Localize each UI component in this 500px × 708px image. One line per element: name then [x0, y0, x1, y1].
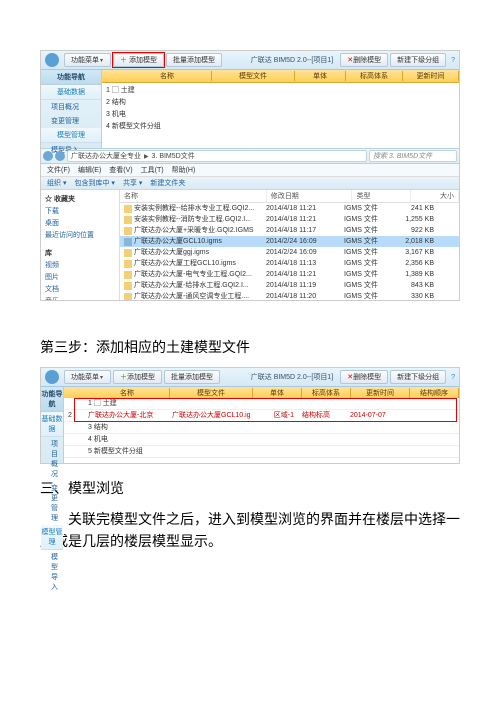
file-icon: [124, 260, 132, 268]
sidebar: 功能导航 基础数据 项目概况 变更管理 模型管理 模型导入: [41, 387, 64, 463]
batch-add-button[interactable]: 批量添加模型: [164, 370, 220, 384]
file-row[interactable]: 广联达办公大厦ggj.igms2014/2/24 16:09IGMS 文件3,1…: [120, 247, 459, 258]
file-icon: [124, 293, 132, 301]
add-model-button[interactable]: ＋ 添加模型: [113, 370, 162, 384]
menu-dropdown[interactable]: 功能菜单 ▾: [64, 53, 111, 67]
file-row[interactable]: 广联达办公大厦-电气专业工程.GQI2...2014/4/18 11:21IGM…: [120, 269, 459, 280]
file-icon: [124, 282, 132, 290]
tree-row: 1 ▢ 土建: [106, 85, 455, 97]
section-3-heading: 三、模型浏览: [40, 478, 460, 498]
main-grid-2: 名称 模型文件 单体 标高体系 更新时间 结构顺序 1 ▢ 土建 2 广联达办公…: [64, 387, 459, 463]
sidebar: 功能导航 基础数据 项目概况 变更管理 模型管理 模型导入: [41, 70, 102, 148]
app-title: 广联达 BIM5D 2.0--[项目1]: [251, 372, 333, 382]
explorer-toolbar[interactable]: 组织 ▾包含到库中 ▾共享 ▾新建文件夹: [41, 177, 459, 190]
main-grid: 名称 模型文件 单体 标高体系 更新时间 1 ▢ 土建 2 结构 3 机电 4 …: [102, 70, 459, 148]
create-group-button[interactable]: 新建下级分组: [390, 370, 446, 384]
sidebar-item-change[interactable]: 变更管理: [41, 114, 101, 128]
file-icon: [124, 227, 132, 235]
search-input[interactable]: 搜索 3. BIM5D文件: [369, 150, 457, 162]
screenshot-2: 功能菜单 ▾ ＋ 添加模型 批量添加模型 广联达 BIM5D 2.0--[项目1…: [40, 367, 460, 464]
app-title: 广联达 BIM5D 2.0--[项目1]: [251, 55, 333, 65]
file-icon: [124, 249, 132, 257]
grid-tree[interactable]: 1 ▢ 土建 2 结构 3 机电 4 新模型文件分组: [102, 83, 459, 135]
section-3-paragraph: 关联完模型文件之后，进入到模型浏览的界面并在楼层中选择一层或是几层的楼层模型显示…: [40, 508, 460, 552]
file-icon: [124, 238, 132, 246]
app-logo-icon: [45, 370, 59, 384]
step-3-heading: 第三步：添加相应的土建模型文件: [40, 337, 460, 357]
plus-icon: ＋: [120, 372, 127, 382]
file-row[interactable]: 安装实例教程--给排水专业工程.GQI2...2014/4/18 11:21IG…: [120, 203, 459, 214]
add-model-button[interactable]: ＋ 添加模型: [113, 53, 164, 67]
file-row[interactable]: 广联达办公大厦工程GCL10.igms2014/4/18 11:13IGMS 文…: [120, 258, 459, 269]
file-row[interactable]: 安装实例教程--消防专业工程.GQI2.I...2014/4/18 11:21I…: [120, 214, 459, 225]
breadcrumb[interactable]: 广联达办公大厦全专业 ▶ 3. BIM5D文件: [67, 150, 367, 162]
data-row[interactable]: 2 广联达办公大厦-北京 广联达办公大厦GCL10.igms 区域-1 结构标高…: [64, 410, 459, 422]
sidebar-group-base[interactable]: 基础数据: [41, 85, 101, 100]
explorer-sidebar[interactable]: ☆ 收藏夹 下载 桌面 最近访问的位置 库 视频 图片 文档 音乐: [41, 190, 120, 300]
file-icon: [124, 271, 132, 279]
file-explorer: 广联达办公大厦全专业 ▶ 3. BIM5D文件 搜索 3. BIM5D文件 文件…: [41, 148, 459, 300]
tree-row: 2 结构: [106, 97, 455, 109]
nav-back-icon[interactable]: [43, 151, 53, 161]
menu-dropdown[interactable]: 功能菜单 ▾: [64, 370, 111, 384]
file-list[interactable]: 安装实例教程--给排水专业工程.GQI2...2014/4/18 11:21IG…: [120, 203, 459, 300]
explorer-columns[interactable]: 名称 修改日期 类型 大小: [120, 190, 459, 203]
app-titlebar-2: 功能菜单 ▾ ＋ 添加模型 批量添加模型 广联达 BIM5D 2.0--[项目1…: [41, 368, 459, 387]
help-icon[interactable]: ?: [451, 374, 455, 381]
chevron-down-icon: ▾: [100, 57, 103, 64]
nav-fwd-icon[interactable]: [55, 151, 65, 161]
grid-header-2: 名称 模型文件 单体 标高体系 更新时间 结构顺序: [64, 387, 459, 398]
app-logo-icon: [45, 53, 59, 67]
explorer-menubar[interactable]: 文件(F)编辑(E)查看(V)工具(T)帮助(H): [41, 164, 459, 177]
app-titlebar: 功能菜单 ▾ ＋ 添加模型 批量添加模型 广联达 BIM5D 2.0--[项目1…: [41, 51, 459, 70]
file-row[interactable]: 广联达办公大厦+采暖专业.GQI2.IGMS2014/4/18 11:17IGM…: [120, 225, 459, 236]
sidebar-group-model[interactable]: 模型管理: [41, 128, 101, 143]
file-row[interactable]: 广联达办公大厦-通风空调专业工程....2014/4/18 11:20IGMS …: [120, 291, 459, 300]
help-icon[interactable]: ?: [451, 57, 455, 64]
chevron-down-icon: ▾: [100, 374, 103, 381]
file-row[interactable]: 广联达办公大厦GCL10.igms2014/2/24 16:09IGMS 文件2…: [120, 236, 459, 247]
sidebar-item-overview[interactable]: 项目概况: [41, 100, 101, 114]
del-model-button[interactable]: ✕ 删除模型: [340, 53, 388, 67]
grid-header: 名称 模型文件 单体 标高体系 更新时间: [102, 70, 459, 83]
file-icon: [124, 216, 132, 224]
batch-add-button[interactable]: 批量添加模型: [166, 53, 222, 67]
file-row[interactable]: 广联达办公大厦-给排水工程.GQI2.I...2014/4/18 11:19IG…: [120, 280, 459, 291]
tree-row: 4 新模型文件分组: [106, 121, 455, 133]
plus-icon: ＋: [120, 55, 127, 65]
del-model-button[interactable]: ✕ 删除模型: [340, 370, 388, 384]
sidebar-title: 功能导航: [41, 70, 101, 85]
file-icon: [124, 205, 132, 213]
screenshot-1: 功能菜单 ▾ ＋ 添加模型 批量添加模型 广联达 BIM5D 2.0--[项目1…: [40, 50, 460, 301]
create-group-button[interactable]: 新建下级分组: [390, 53, 446, 67]
tree-row: 3 机电: [106, 109, 455, 121]
